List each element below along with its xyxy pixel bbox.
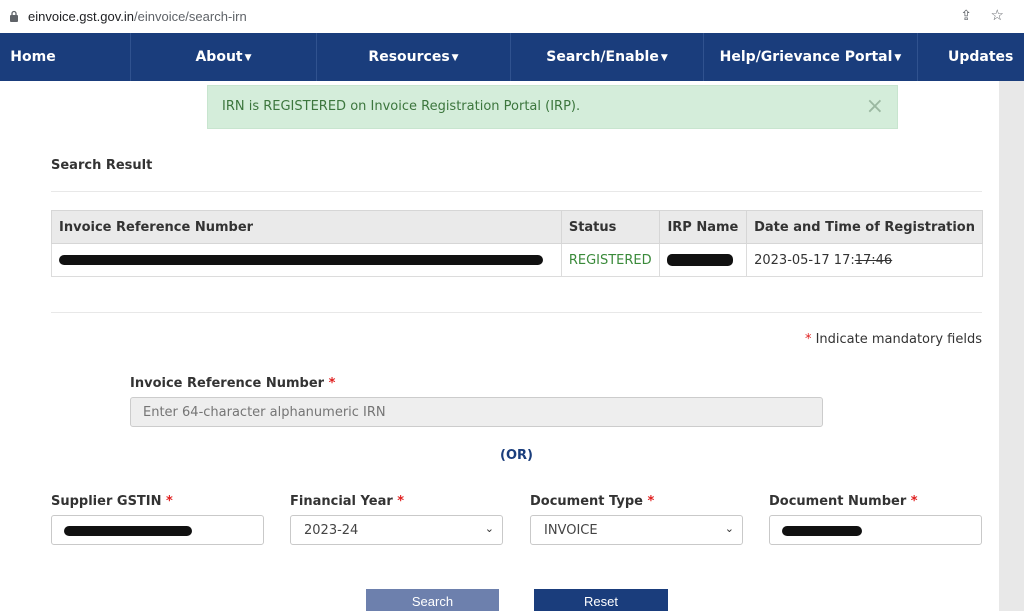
irn-label-text: Invoice Reference Number — [130, 376, 325, 391]
url-path: /einvoice/search-irn — [134, 9, 247, 24]
supplier-gstin-label-text: Supplier GSTIN — [51, 494, 162, 509]
chevron-down-icon: ⌄ — [484, 522, 494, 535]
column-header: Status — [560, 210, 661, 244]
financial-year-select[interactable]: 2023-24 ⌄ — [290, 515, 503, 545]
browser-address-bar: einvoice.gst.gov.in/einvoice/search-irn … — [0, 0, 1024, 34]
url-field[interactable]: einvoice.gst.gov.in/einvoice/search-irn — [28, 9, 247, 24]
document-type-label: Document Type * — [530, 494, 654, 509]
nav-about-label: About — [195, 49, 243, 65]
main-nav: Home About ▼ Resources ▼ Search/Enable ▼ He… — [0, 33, 1024, 81]
required-asterisk: * — [647, 494, 655, 509]
lock-icon — [10, 10, 18, 22]
required-asterisk: * — [397, 494, 405, 509]
document-number-label-text: Document Number — [769, 494, 907, 509]
search-button[interactable]: Search — [366, 589, 499, 611]
document-number-input[interactable] — [769, 515, 982, 545]
divider — [51, 191, 982, 192]
mandatory-note-text: Indicate mandatory fields — [815, 332, 982, 347]
redacted-gstin — [64, 526, 192, 536]
caret-down-icon: ▼ — [894, 53, 902, 63]
close-icon[interactable]: × — [866, 94, 884, 119]
status-cell: REGISTERED — [560, 243, 661, 277]
alert-message: IRN is REGISTERED on Invoice Registratio… — [222, 99, 581, 114]
document-number-label: Document Number * — [769, 494, 918, 509]
required-asterisk: * — [328, 376, 336, 391]
document-type-value: INVOICE — [544, 523, 598, 538]
share-icon[interactable]: ⇪ — [960, 8, 972, 24]
bookmark-star-icon[interactable]: ☆ — [991, 6, 1004, 24]
nav-search-enable[interactable]: Search/Enable ▼ — [511, 33, 703, 81]
document-type-select[interactable]: INVOICE ⌄ — [530, 515, 743, 545]
nav-resources[interactable]: Resources ▼ — [317, 33, 510, 81]
divider — [51, 312, 982, 313]
nav-about[interactable]: About ▼ — [131, 33, 316, 81]
financial-year-value: 2023-24 — [304, 523, 359, 538]
required-asterisk: * — [804, 332, 812, 347]
column-header: Date and Time of Registration — [746, 210, 983, 244]
search-result-title: Search Result — [51, 158, 153, 173]
required-asterisk: * — [910, 494, 918, 509]
irn-input[interactable] — [130, 397, 823, 427]
datetime-struck-text: 17:46 — [854, 252, 893, 268]
nav-updates[interactable]: Updates — [948, 33, 1024, 81]
column-header: IRP Name — [659, 210, 748, 244]
chevron-down-icon: ⌄ — [724, 522, 734, 535]
redacted-irp-name — [667, 254, 734, 266]
url-host: einvoice.gst.gov.in — [28, 9, 134, 24]
nav-search-enable-label: Search/Enable — [546, 49, 659, 65]
reset-button[interactable]: Reset — [534, 589, 668, 611]
financial-year-label-text: Financial Year — [290, 494, 393, 509]
nav-home-label: Home — [10, 49, 56, 65]
financial-year-label: Financial Year * — [290, 494, 404, 509]
supplier-gstin-label: Supplier GSTIN * — [51, 494, 173, 509]
table-header-row: Invoice Reference Number Status IRP Name… — [51, 210, 983, 244]
scrollbar[interactable] — [999, 81, 1024, 611]
redacted-irn — [59, 255, 543, 265]
nav-home[interactable]: Home — [0, 33, 66, 81]
success-alert: IRN is REGISTERED on Invoice Registratio… — [207, 85, 898, 129]
required-asterisk: * — [166, 494, 173, 509]
irn-cell — [51, 243, 562, 277]
supplier-gstin-input[interactable] — [51, 515, 264, 545]
caret-down-icon: ▼ — [660, 53, 668, 63]
document-type-label-text: Document Type — [530, 494, 643, 509]
nav-resources-label: Resources — [368, 49, 450, 65]
redacted-document-number — [782, 526, 862, 536]
irn-label: Invoice Reference Number * — [130, 376, 335, 391]
datetime-text: 2023-05-17 17: — [754, 252, 855, 268]
datetime-cell: 2023-05-17 17:17:46 — [746, 243, 983, 277]
result-table: Invoice Reference Number Status IRP Name… — [51, 210, 983, 277]
nav-updates-label: Updates — [948, 49, 1014, 65]
nav-help-grievance-label: Help/Grievance Portal — [719, 49, 893, 65]
caret-down-icon: ▼ — [451, 53, 459, 63]
or-separator: (OR) — [500, 448, 533, 463]
mandatory-note: * Indicate mandatory fields — [805, 332, 982, 347]
column-header: Invoice Reference Number — [51, 210, 562, 244]
irp-name-cell — [659, 243, 748, 277]
caret-down-icon: ▼ — [244, 53, 252, 63]
nav-help-grievance[interactable]: Help/Grievance Portal ▼ — [704, 33, 917, 81]
table-row: REGISTERED 2023-05-17 17:17:46 — [51, 243, 983, 277]
